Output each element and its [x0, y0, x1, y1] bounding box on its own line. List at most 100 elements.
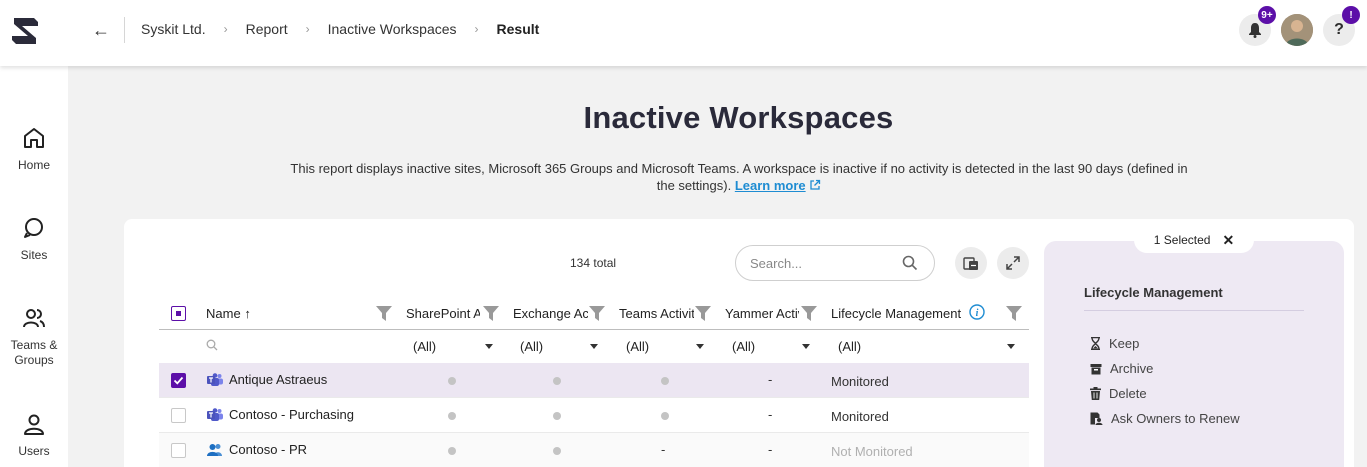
chevron-down-icon[interactable]	[802, 344, 810, 349]
column-label: Name	[206, 306, 241, 321]
column-header-name[interactable]: Name ↑	[206, 306, 266, 321]
chevron-right-icon: ›	[223, 22, 228, 36]
help-label: ?	[1334, 21, 1344, 38]
close-icon[interactable]: ✕	[1222, 232, 1234, 249]
chevron-down-icon[interactable]	[1007, 344, 1015, 349]
chevron-right-icon: ›	[305, 22, 310, 36]
workspace-name[interactable]: Antique Astraeus	[207, 372, 327, 387]
renew-request-icon	[1090, 412, 1103, 425]
expand-button[interactable]	[997, 247, 1029, 279]
breadcrumb-item-inactive-workspaces[interactable]: Inactive Workspaces	[328, 21, 457, 37]
column-header-yammer[interactable]: Yammer Activ	[725, 306, 799, 321]
search-icon[interactable]	[206, 339, 218, 351]
filter-icon[interactable]	[376, 306, 392, 321]
sidebar-item-label: Home	[17, 158, 50, 172]
back-arrow-icon[interactable]: ←	[92, 19, 110, 41]
breadcrumb-item-org[interactable]: Syskit Ltd.	[141, 21, 206, 37]
sidebar-item-users[interactable]: Users	[0, 412, 68, 459]
activity-dot	[553, 377, 561, 385]
column-header-teams[interactable]: Teams Activit	[619, 306, 694, 321]
table-row[interactable]: Contoso - Purchasing - Monitored	[159, 398, 1029, 433]
keep-action[interactable]: Keep	[1090, 336, 1139, 351]
search-icon[interactable]	[902, 255, 918, 271]
teams-icon	[207, 372, 223, 386]
yammer-activity: -	[768, 442, 773, 457]
chevron-down-icon[interactable]	[590, 344, 598, 349]
avatar-photo-icon	[1281, 14, 1313, 46]
workspace-name-label: Contoso - PR	[229, 442, 308, 457]
filter-select-sharepoint[interactable]: (All)	[413, 339, 436, 354]
filter-icon[interactable]	[695, 306, 711, 321]
learn-more-link[interactable]: Learn more	[735, 178, 806, 193]
filter-select-yammer[interactable]: (All)	[732, 339, 755, 354]
filter-select-exchange[interactable]: (All)	[520, 339, 543, 354]
sidebar-item-sites[interactable]: Sites	[0, 216, 68, 263]
workspace-name[interactable]: Contoso - Purchasing	[207, 407, 354, 422]
yammer-activity: -	[768, 407, 773, 422]
table-row[interactable]: Contoso - PR - - Not Monitored	[159, 433, 1029, 467]
learn-more-label: Learn more	[734, 178, 806, 193]
page-description: This report displays inactive sites, Mic…	[290, 160, 1188, 194]
selection-pill: 1 Selected ✕	[1134, 227, 1254, 253]
filter-icon[interactable]	[483, 306, 499, 321]
workspace-name-label: Antique Astraeus	[229, 372, 328, 387]
archive-icon	[1090, 363, 1102, 374]
workspace-name[interactable]: Contoso - PR	[207, 442, 307, 457]
filter-row: (All) (All) (All) (All) (All)	[159, 330, 1029, 362]
lifecycle-status: Not Monitored	[831, 444, 913, 459]
search-box[interactable]	[735, 245, 935, 281]
syskit-logo-icon[interactable]	[8, 14, 42, 48]
grid-header: Name ↑ SharePoint A Exchange Act Teams A…	[159, 296, 1029, 330]
search-input[interactable]	[750, 255, 890, 271]
info-icon[interactable]: i	[969, 304, 985, 320]
chevron-down-icon[interactable]	[696, 344, 704, 349]
sites-icon	[24, 218, 43, 238]
breadcrumb-item-report[interactable]: Report	[246, 21, 288, 37]
action-label: Archive	[1110, 361, 1154, 376]
yammer-activity: -	[768, 372, 773, 387]
row-checkbox[interactable]	[171, 373, 186, 388]
divider	[124, 17, 125, 43]
filter-select-teams[interactable]: (All)	[626, 339, 649, 354]
chevron-right-icon: ›	[474, 22, 479, 36]
export-icon	[963, 257, 978, 270]
row-checkbox[interactable]	[171, 443, 186, 458]
table-row[interactable]: Antique Astraeus - Monitored	[159, 363, 1029, 398]
column-header-sharepoint[interactable]: SharePoint A	[406, 306, 480, 321]
action-label: Ask Owners to Renew	[1111, 411, 1240, 426]
sidebar-item-teams-groups[interactable]: Teams & Groups	[0, 306, 68, 368]
selected-count: 1 Selected	[1153, 233, 1211, 247]
sort-ascending-icon: ↑	[244, 306, 251, 321]
activity-dot	[448, 377, 456, 385]
avatar[interactable]	[1281, 14, 1313, 46]
filter-select-lifecycle[interactable]: (All)	[838, 339, 861, 354]
filter-icon[interactable]	[589, 306, 605, 321]
export-button[interactable]	[955, 247, 987, 279]
row-checkbox[interactable]	[171, 408, 186, 423]
activity-dot	[553, 447, 561, 455]
trash-icon	[1090, 387, 1101, 400]
top-bar: ← Syskit Ltd. › Report › Inactive Worksp…	[0, 0, 1367, 66]
activity-dot	[448, 447, 456, 455]
breadcrumb-item-current: Result	[496, 21, 540, 37]
activity-dot	[448, 412, 456, 420]
action-label: Keep	[1109, 336, 1140, 351]
filter-icon[interactable]	[1006, 306, 1022, 321]
archive-action[interactable]: Archive	[1090, 361, 1153, 376]
teams-icon	[207, 407, 223, 421]
lifecycle-status: Monitored	[831, 374, 889, 389]
breadcrumb: Syskit Ltd. › Report › Inactive Workspac…	[141, 21, 539, 37]
filter-icon[interactable]	[801, 306, 817, 321]
select-all-checkbox[interactable]	[171, 306, 186, 321]
column-header-exchange[interactable]: Exchange Act	[513, 306, 588, 321]
teams-groups-icon	[23, 309, 45, 328]
column-header-lifecycle[interactable]: Lifecycle Management	[831, 306, 961, 321]
actions-panel	[1044, 241, 1344, 467]
panel-title: Lifecycle Management	[1084, 285, 1223, 300]
chevron-down-icon[interactable]	[485, 344, 493, 349]
delete-action[interactable]: Delete	[1090, 386, 1147, 401]
page-title: Inactive Workspaces	[583, 100, 894, 135]
external-link-icon	[810, 179, 821, 190]
checkmark-icon	[173, 376, 184, 385]
ask-owners-to-renew-action[interactable]: Ask Owners to Renew	[1090, 411, 1240, 426]
